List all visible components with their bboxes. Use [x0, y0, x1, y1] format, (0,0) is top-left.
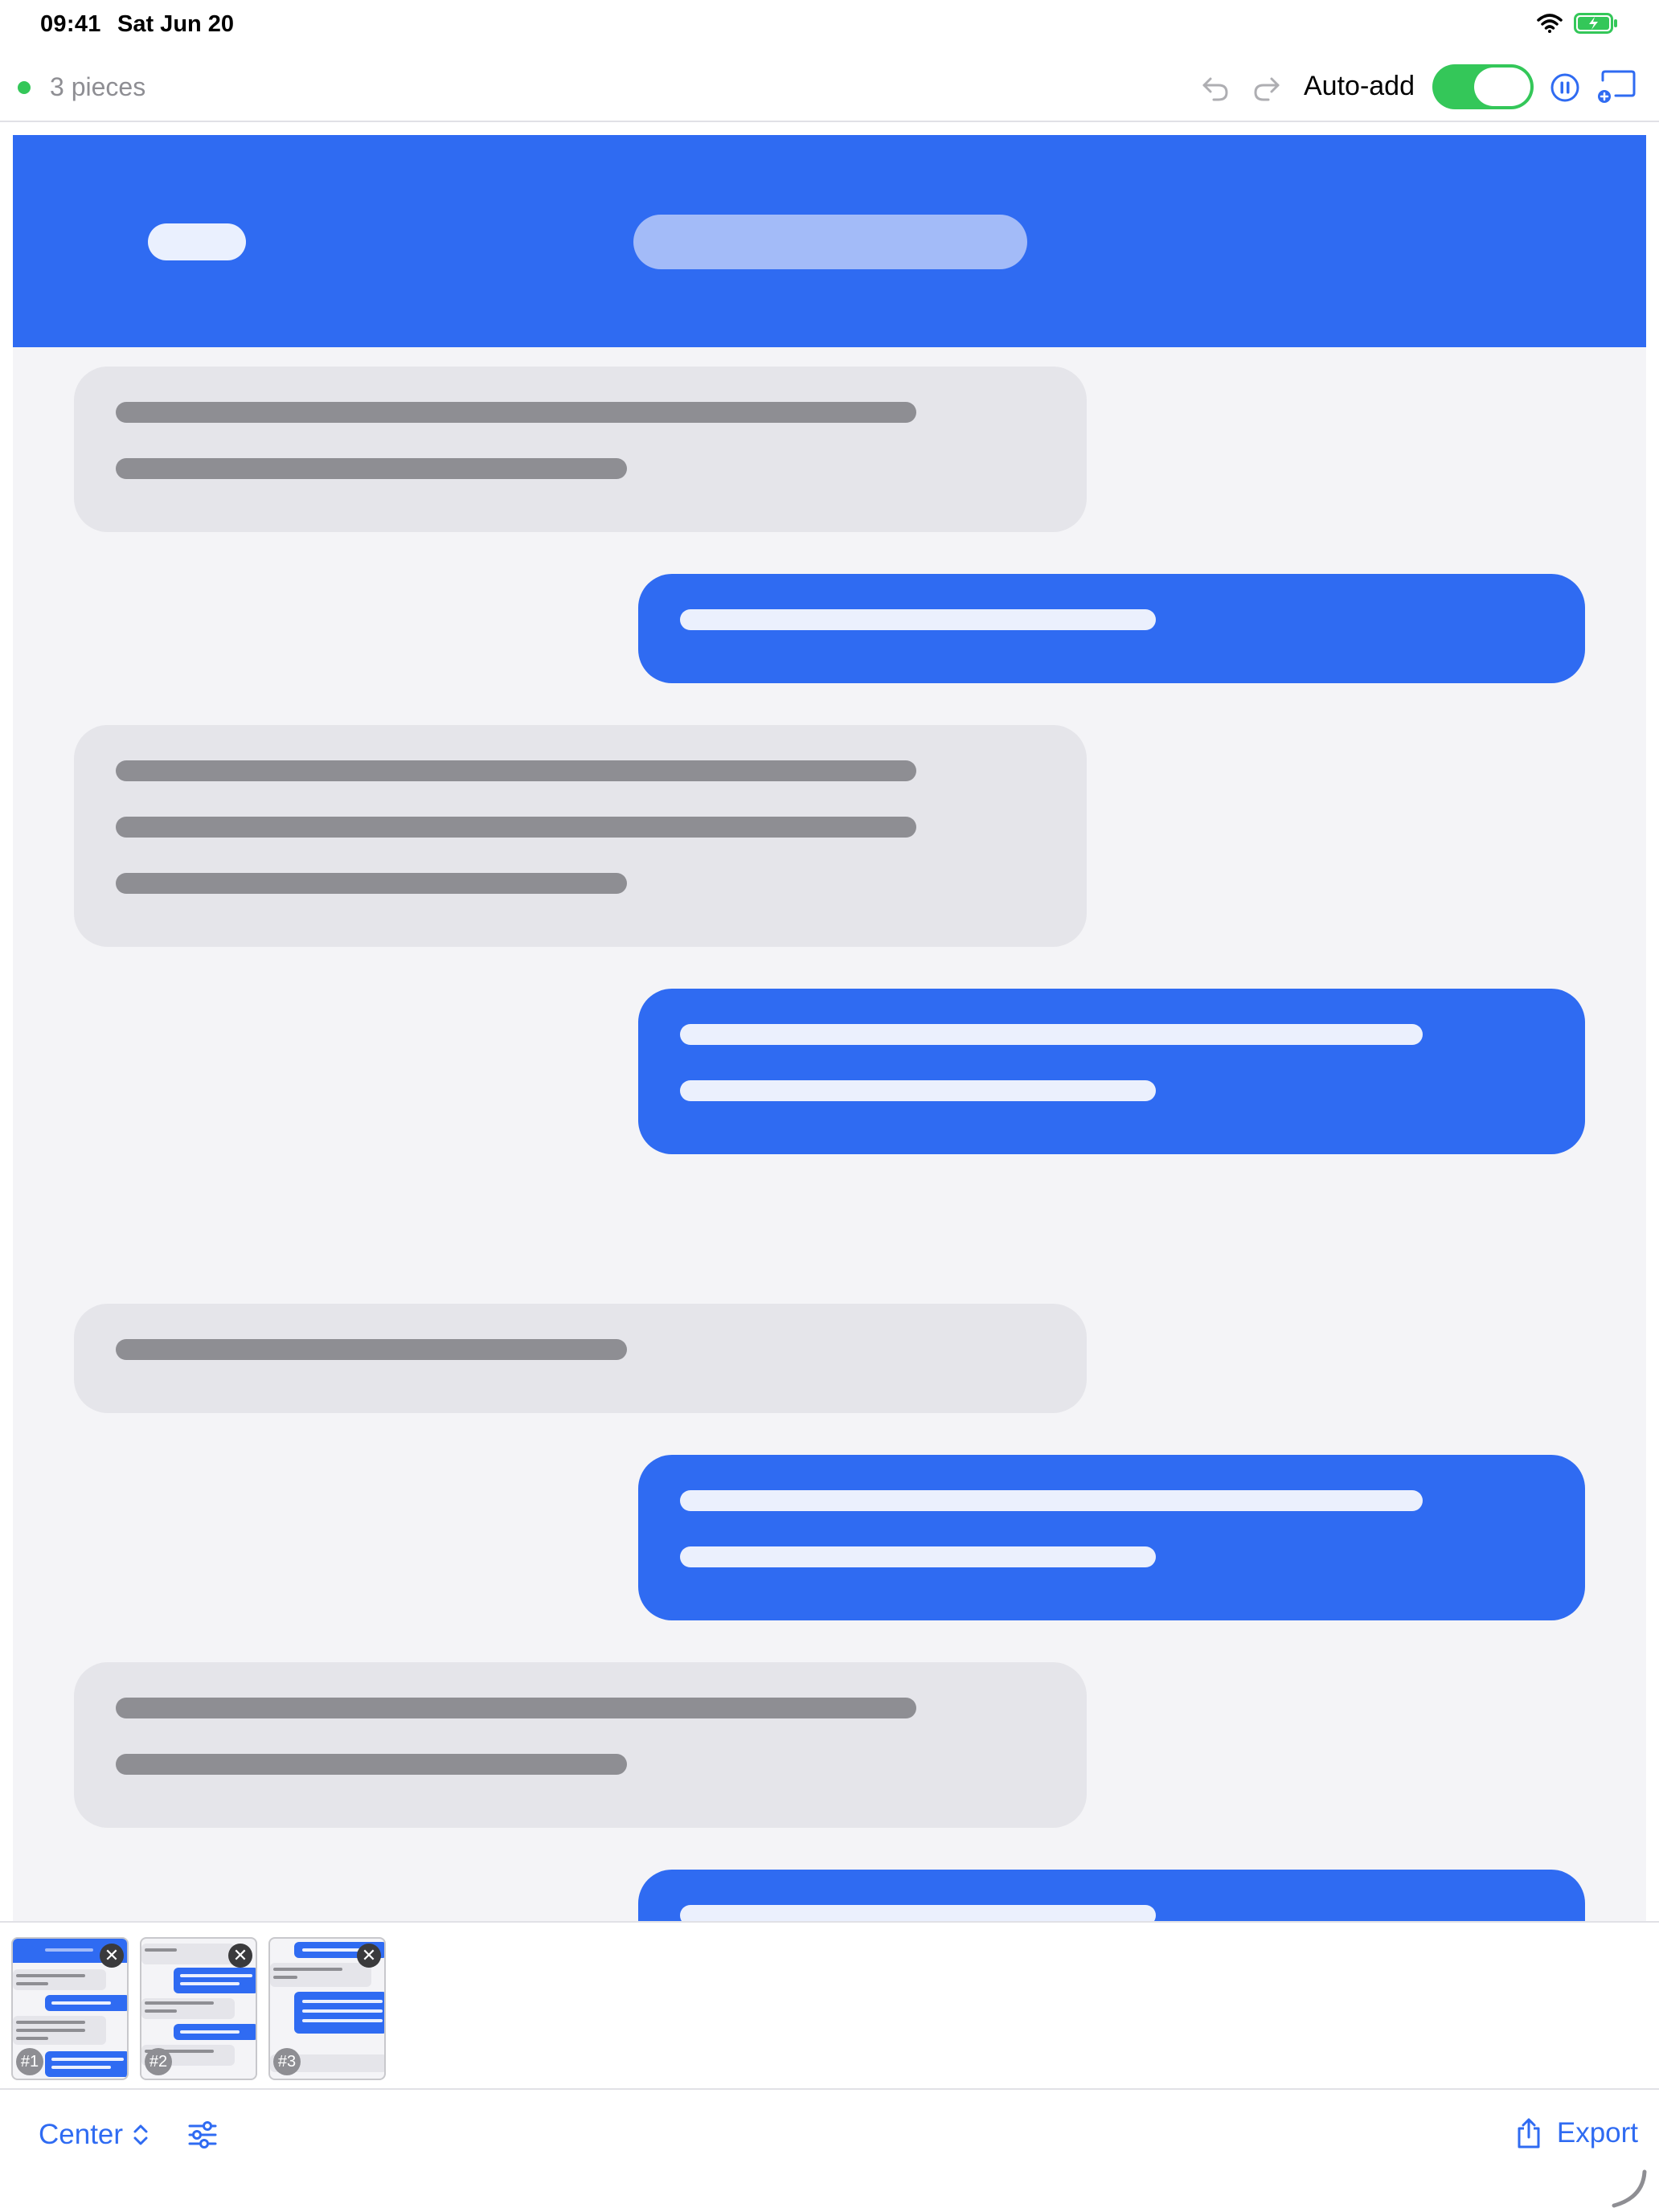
- header-title-placeholder: [633, 215, 1027, 269]
- thumb-bubble: [45, 2051, 127, 2077]
- close-icon[interactable]: ✕: [357, 1944, 381, 1968]
- thumb-bubble: [13, 1969, 106, 1990]
- thumb-line: [16, 2021, 85, 2024]
- text-line: [116, 760, 916, 781]
- thumb-line: [16, 1982, 48, 1985]
- sliders-icon: [188, 2121, 217, 2149]
- pieces-count: 3 pieces: [18, 72, 145, 102]
- text-line: [116, 817, 916, 838]
- toolbar: 3 pieces Auto-add: [0, 50, 1659, 122]
- thumbnail-strip: ✕ #1 ✕ #2 ✕ #3: [0, 1921, 1659, 2090]
- text-line: [680, 609, 1156, 630]
- text-line: [116, 1698, 916, 1718]
- cast-button[interactable]: [1596, 69, 1636, 104]
- undo-button[interactable]: [1198, 71, 1233, 106]
- resize-handle-icon[interactable]: [1608, 2169, 1648, 2209]
- adjust-button[interactable]: [186, 2119, 219, 2151]
- thumb-number: #3: [273, 2048, 301, 2075]
- outgoing-bubble: [638, 574, 1585, 683]
- status-date: Sat Jun 20: [117, 11, 235, 37]
- pieces-label: 3 pieces: [50, 72, 146, 101]
- thumbnail-1[interactable]: ✕ #1: [11, 1937, 129, 2080]
- redo-button[interactable]: [1249, 71, 1284, 106]
- thumb-line: [145, 1948, 177, 1952]
- preview-header: [13, 135, 1646, 347]
- outgoing-bubble: [638, 1870, 1585, 1921]
- thumb-line: [145, 2009, 177, 2013]
- thumb-line: [51, 2066, 111, 2069]
- thumb-number: #2: [145, 2048, 172, 2075]
- thumb-line: [145, 2001, 214, 2005]
- wifi-icon: [1537, 14, 1563, 33]
- thumb-line: [180, 2030, 240, 2034]
- incoming-bubble: [74, 725, 1087, 947]
- thumbnail-3[interactable]: ✕ #3: [268, 1937, 386, 2080]
- thumb-line: [302, 2019, 383, 2022]
- thumb-line: [302, 2009, 383, 2013]
- thumb-line: [180, 1974, 252, 1977]
- status-time: 09:41: [40, 11, 101, 37]
- header-back-placeholder: [148, 223, 246, 260]
- alignment-menu-button[interactable]: Center: [39, 2119, 149, 2151]
- text-line: [116, 402, 916, 423]
- incoming-bubble: [74, 1662, 1087, 1828]
- pause-icon: [1550, 73, 1579, 102]
- text-line: [680, 1024, 1423, 1045]
- thumb-line: [51, 2058, 124, 2061]
- outgoing-bubble: [638, 989, 1585, 1154]
- auto-add-toggle[interactable]: [1432, 64, 1534, 109]
- thumb-bubble: [141, 1944, 235, 1964]
- cast-icon: [1598, 70, 1636, 103]
- text-line: [680, 1905, 1156, 1921]
- outgoing-bubble: [638, 1455, 1585, 1620]
- thumb-bubble: [270, 1963, 371, 1987]
- text-line: [116, 458, 627, 479]
- close-icon[interactable]: ✕: [100, 1944, 124, 1968]
- text-line: [116, 1339, 627, 1360]
- toggle-knob: [1474, 68, 1530, 106]
- export-label: Export: [1556, 2117, 1638, 2149]
- status-dot: [18, 80, 31, 94]
- thumb-line: [302, 2000, 383, 2003]
- export-button[interactable]: Export: [1515, 2117, 1638, 2149]
- text-line: [116, 873, 627, 894]
- thumb-line: [273, 1976, 297, 1979]
- alignment-label: Center: [39, 2119, 124, 2150]
- text-line: [680, 1546, 1156, 1567]
- text-line: [680, 1080, 1156, 1101]
- thumb-line: [16, 2037, 48, 2040]
- thumb-line: [16, 2029, 85, 2032]
- redo-icon: [1254, 77, 1280, 101]
- share-icon: [1518, 2118, 1540, 2149]
- thumb-bubble: [174, 1968, 256, 1993]
- thumb-line: [180, 1982, 240, 1985]
- incoming-bubble: [74, 1304, 1087, 1413]
- incoming-bubble: [74, 367, 1087, 532]
- thumb-line: [51, 2001, 111, 2005]
- close-icon[interactable]: ✕: [228, 1944, 252, 1968]
- thumb-bubble: [294, 1992, 384, 2034]
- thumb-line: [16, 1974, 85, 1977]
- bottom-bar: Center Export: [0, 2090, 1659, 2212]
- stitched-preview[interactable]: [13, 135, 1646, 1921]
- text-line: [116, 1754, 627, 1775]
- thumb-line: [273, 1968, 342, 1971]
- chevron-up-down-icon: [133, 2124, 148, 2145]
- thumb-number: #1: [16, 2048, 43, 2075]
- thumb-line: [45, 1948, 93, 1952]
- pause-button[interactable]: [1550, 72, 1580, 103]
- text-line: [680, 1490, 1423, 1511]
- undo-icon: [1202, 77, 1228, 101]
- auto-add-label: Auto-add: [1304, 71, 1415, 101]
- battery-icon: [1574, 13, 1617, 34]
- thumbnail-2[interactable]: ✕ #2: [140, 1937, 257, 2080]
- status-icons: [1537, 13, 1619, 34]
- status-bar: 09:41 Sat Jun 20: [0, 0, 1659, 50]
